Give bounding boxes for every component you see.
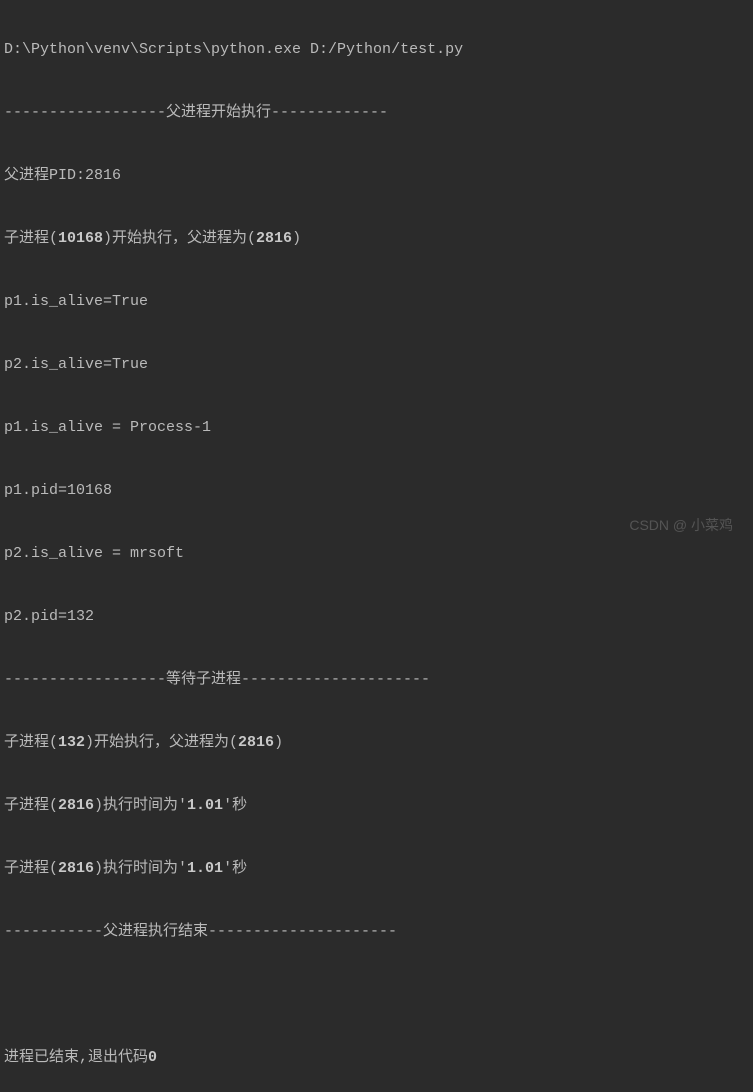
output-line: p1.pid=10168 (4, 475, 749, 507)
pid-value: 132 (58, 734, 85, 751)
output-line: p1.is_alive = Process-1 (4, 412, 749, 444)
output-line: p2.is_alive=True (4, 349, 749, 381)
text-segment: 子进程( (4, 860, 58, 877)
pid-value: 2816 (256, 230, 292, 247)
output-line: 子进程(2816)执行时间为'1.01'秒 (4, 790, 749, 822)
text-segment: ) (292, 230, 301, 247)
output-line: 子进程(2816)执行时间为'1.01'秒 (4, 853, 749, 885)
time-value: 1.01 (187, 797, 223, 814)
pid-value: 10168 (58, 230, 103, 247)
pid-value: 2816 (238, 734, 274, 751)
text-segment: 子进程( (4, 230, 58, 247)
output-line: p2.pid=132 (4, 601, 749, 633)
output-line: -----------父进程执行结束--------------------- (4, 916, 749, 948)
output-line: p1.is_alive=True (4, 286, 749, 318)
text-segment: 进程已结束,退出代码 (4, 1049, 148, 1066)
output-line: p2.is_alive = mrsoft (4, 538, 749, 570)
exit-code: 0 (148, 1049, 157, 1066)
watermark: CSDN @ 小菜鸡 (629, 511, 733, 540)
pid-value: 2816 (58, 797, 94, 814)
text-segment: 子进程( (4, 734, 58, 751)
output-line: ------------------等待子进程-----------------… (4, 664, 749, 696)
text-segment: 子进程( (4, 797, 58, 814)
output-line: 子进程(132)开始执行，父进程为(2816) (4, 727, 749, 759)
text-segment: ) (274, 734, 283, 751)
output-line: 父进程PID:2816 (4, 160, 749, 192)
output-line: 进程已结束,退出代码0 (4, 1042, 749, 1074)
console-output: D:\Python\venv\Scripts\python.exe D:/Pyt… (0, 0, 753, 1092)
output-line: ------------------父进程开始执行------------- (4, 97, 749, 129)
text-segment: )开始执行，父进程为( (85, 734, 238, 751)
text-segment: )执行时间为' (94, 860, 187, 877)
output-line (4, 979, 749, 1011)
time-value: 1.01 (187, 860, 223, 877)
text-segment: '秒 (223, 860, 247, 877)
text-segment: )开始执行，父进程为( (103, 230, 256, 247)
text-segment: '秒 (223, 797, 247, 814)
output-line: D:\Python\venv\Scripts\python.exe D:/Pyt… (4, 34, 749, 66)
output-line: 子进程(10168)开始执行，父进程为(2816) (4, 223, 749, 255)
text-segment: )执行时间为' (94, 797, 187, 814)
pid-value: 2816 (58, 860, 94, 877)
